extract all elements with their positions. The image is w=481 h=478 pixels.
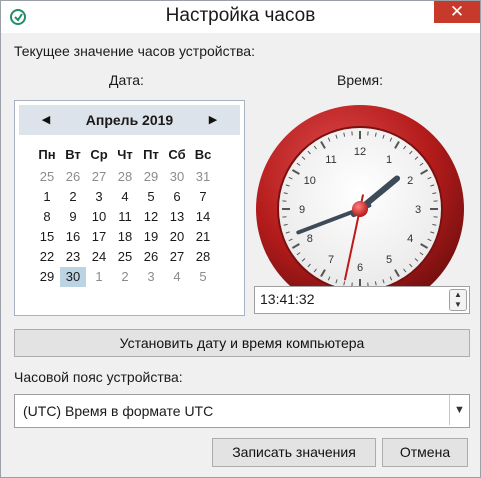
calendar-day[interactable]: 10 (86, 207, 112, 227)
clock-numeral: 1 (386, 154, 392, 166)
clock-numeral: 5 (386, 254, 392, 266)
calendar-day[interactable]: 25 (112, 247, 138, 267)
calendar-day[interactable]: 25 (34, 167, 60, 187)
weekday-header: Сб (168, 147, 186, 162)
spin-up-icon[interactable]: ▲ (450, 290, 466, 300)
weekday-header: Ср (90, 147, 108, 162)
calendar-day[interactable]: 17 (86, 227, 112, 247)
calendar-day[interactable]: 22 (34, 247, 60, 267)
clock-numeral: 3 (415, 204, 421, 216)
calendar-day-selected[interactable]: 30 (60, 267, 86, 287)
weekday-header: Вс (194, 147, 212, 162)
calendar-day[interactable]: 29 (138, 167, 164, 187)
calendar-day[interactable]: 8 (34, 207, 60, 227)
calendar-day[interactable]: 4 (112, 187, 138, 207)
calendar-day[interactable]: 13 (164, 207, 190, 227)
calendar-day[interactable]: 12 (138, 207, 164, 227)
calendar-day[interactable]: 7 (190, 187, 216, 207)
calendar-day[interactable]: 27 (164, 247, 190, 267)
calendar-day[interactable]: 6 (164, 187, 190, 207)
calendar-day[interactable]: 14 (190, 207, 216, 227)
timezone-value: (UTC) Время в формате UTC (23, 403, 214, 419)
analog-clock: 123456789101112 (256, 105, 464, 313)
clock-settings-dialog: Настройка часов ✕ Текущее значение часов… (0, 0, 481, 478)
calendar-day[interactable]: 29 (34, 267, 60, 287)
time-value[interactable]: 13:41:32 (260, 291, 315, 307)
current-value-label: Текущее значение часов устройства: (14, 43, 255, 59)
calendar-day[interactable]: 11 (112, 207, 138, 227)
close-button[interactable]: ✕ (434, 1, 480, 23)
clock-numeral: 4 (407, 233, 413, 245)
calendar-day[interactable]: 18 (112, 227, 138, 247)
clock-numeral: 7 (328, 254, 334, 266)
calendar-day[interactable]: 19 (138, 227, 164, 247)
calendar-day[interactable]: 4 (164, 267, 190, 287)
title-bar: Настройка часов ✕ (1, 1, 480, 33)
clock-numeral: 2 (407, 175, 413, 187)
weekday-header: Пт (143, 147, 159, 162)
timezone-label: Часовой пояс устройства: (14, 369, 183, 385)
timezone-select[interactable]: (UTC) Время в формате UTC ▼ (14, 394, 470, 428)
calendar-day[interactable]: 9 (60, 207, 86, 227)
calendar-header: ◀ Апрель 2019 ▶ (19, 105, 240, 135)
calendar-day[interactable]: 3 (86, 187, 112, 207)
time-label: Время: (337, 72, 384, 88)
calendar-day[interactable]: 28 (112, 167, 138, 187)
calendar-day[interactable]: 30 (164, 167, 190, 187)
time-spinner[interactable]: ▲ ▼ (449, 289, 467, 311)
clock-numeral: 11 (325, 154, 336, 166)
calendar-day[interactable]: 28 (190, 247, 216, 267)
close-icon: ✕ (449, 2, 465, 21)
calendar-day[interactable]: 27 (86, 167, 112, 187)
calendar-day[interactable]: 15 (34, 227, 60, 247)
clock-center-cap (352, 201, 368, 217)
window-title: Настройка часов (165, 5, 316, 26)
weekday-header: Чт (117, 147, 133, 162)
save-button[interactable]: Записать значения (212, 438, 376, 467)
clock-numeral: 9 (299, 204, 305, 216)
clock-numeral: 12 (354, 146, 366, 158)
calendar-day[interactable]: 31 (190, 167, 216, 187)
calendar-day[interactable]: 2 (112, 267, 138, 287)
calendar-day[interactable]: 5 (190, 267, 216, 287)
calendar-day[interactable]: 1 (34, 187, 60, 207)
calendar-day[interactable]: 5 (138, 187, 164, 207)
calendar-day[interactable]: 16 (60, 227, 86, 247)
clock-numeral: 6 (357, 262, 363, 274)
calendar-day[interactable]: 26 (138, 247, 164, 267)
calendar: ◀ Апрель 2019 ▶ Пн Вт Ср Чт Пт Сб Вс 25 26 27 28 2… (14, 100, 245, 316)
time-input[interactable]: 13:41:32 ▲ ▼ (254, 286, 470, 314)
chevron-down-icon[interactable]: ▼ (449, 395, 469, 425)
calendar-day[interactable]: 23 (60, 247, 86, 267)
spin-down-icon[interactable]: ▼ (450, 300, 466, 310)
calendar-day[interactable]: 1 (86, 267, 112, 287)
dialog-body: Текущее значение часов устройства: Дата:… (1, 33, 480, 477)
set-computer-time-button[interactable]: Установить дату и время компьютера (14, 329, 470, 357)
weekday-header: Пн (38, 147, 56, 162)
calendar-day[interactable]: 2 (60, 187, 86, 207)
date-label: Дата: (109, 72, 144, 88)
cancel-button[interactable]: Отмена (382, 438, 468, 467)
clock-numeral: 10 (304, 175, 316, 187)
calendar-day[interactable]: 20 (164, 227, 190, 247)
next-month-icon[interactable]: ▶ (206, 112, 220, 128)
calendar-day[interactable]: 3 (138, 267, 164, 287)
calendar-day[interactable]: 21 (190, 227, 216, 247)
clock-numeral: 8 (307, 233, 313, 245)
calendar-day[interactable]: 26 (60, 167, 86, 187)
calendar-day[interactable]: 24 (86, 247, 112, 267)
weekday-header: Вт (65, 147, 81, 162)
